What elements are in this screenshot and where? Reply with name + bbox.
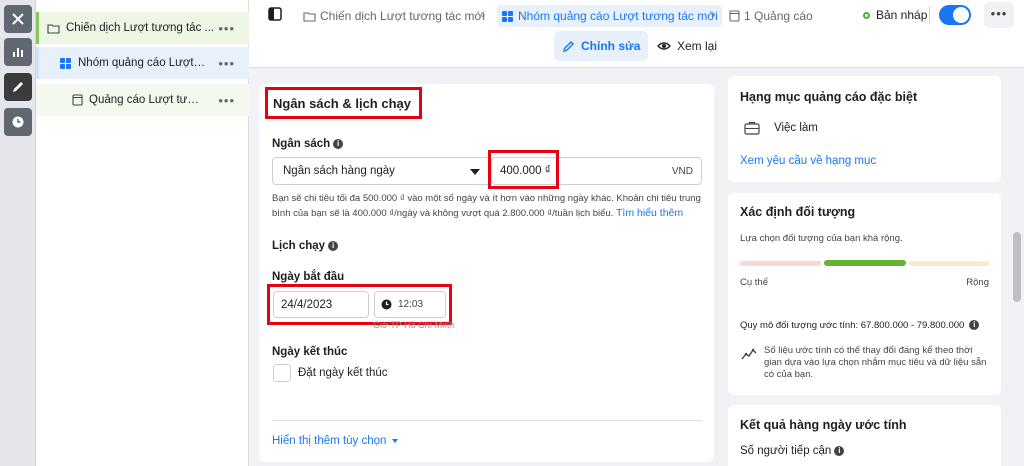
gauge-right-label: Rộng (966, 277, 989, 288)
highlight-box (267, 284, 452, 325)
dropdown-arrow-icon (470, 169, 480, 175)
budget-type-value: Ngân sách hàng ngày (283, 165, 395, 177)
daily-results-title: Kết quả hàng ngày ước tính (740, 418, 907, 432)
tree-item-adset[interactable]: Nhóm quảng cáo Lượt t... ••• (36, 47, 249, 79)
tree-campaign-label: Chiến dịch Lượt tương tác ... (66, 22, 215, 34)
divider (272, 420, 702, 421)
reporting-button[interactable] (4, 38, 32, 66)
close-button[interactable] (4, 5, 32, 33)
review-tab-label: Xem lại (677, 39, 718, 53)
tree-campaign-more-button[interactable]: ••• (218, 21, 235, 36)
grid-icon (502, 10, 513, 22)
campaign-tree: Chiến dịch Lượt tương tác ... ••• Nhóm q… (36, 0, 249, 466)
schedule-label: Lịch chạy i (272, 240, 339, 252)
scrollbar-thumb[interactable] (1013, 232, 1021, 302)
edit-mode-button[interactable] (4, 73, 32, 101)
gauge-left-label: Cụ thể (740, 277, 768, 288)
info-icon[interactable]: i (969, 320, 980, 331)
info-icon[interactable]: i (328, 240, 339, 251)
info-icon[interactable]: i (834, 445, 845, 456)
icon-rail (0, 0, 36, 466)
currency-label: VND (671, 165, 693, 177)
history-button[interactable] (4, 108, 32, 136)
breadcrumb-campaign[interactable]: Chiến dịch Lượt tương tác mới (303, 5, 485, 27)
caret-down-icon (391, 438, 398, 443)
toggle-knob (953, 7, 969, 23)
pencil-icon (563, 40, 574, 52)
special-category-card: Hạng mục quảng cáo đặc biệt Việc làm Xem… (728, 76, 1001, 182)
document-icon (72, 94, 83, 106)
audience-size: Quy mô đối tượng ước tính: 67.800.000 - … (740, 320, 980, 331)
end-date-label: Ngày kết thúc (272, 346, 348, 358)
reach-label: Số người tiếp cận i (740, 445, 845, 457)
grid-icon (60, 57, 71, 69)
breadcrumb-ad-label: 1 Quảng cáo (744, 9, 813, 23)
info-icon[interactable]: i (333, 138, 344, 149)
eye-icon (657, 42, 671, 50)
schedule-label-text: Lịch chạy (272, 240, 326, 252)
special-category-title: Hạng mục quảng cáo đặc biệt (740, 90, 918, 104)
breadcrumb-ad[interactable]: 1 Quảng cáo (729, 5, 813, 27)
budget-type-select[interactable]: Ngân sách hàng ngày (272, 157, 491, 185)
more-options-button[interactable]: ••• (984, 2, 1014, 28)
budget-schedule-card: Ngân sách & lịch chạy Ngân sách i Ngân sá… (259, 84, 714, 462)
review-tab[interactable]: Xem lại (649, 31, 725, 61)
start-date-label: Ngày bắt đầu (272, 271, 345, 283)
tree-ad-label: Quảng cáo Lượt tươn... (89, 94, 204, 106)
audience-title: Xác định đối tượng (740, 205, 856, 219)
pencil-icon (13, 82, 23, 92)
end-date-checkbox[interactable] (273, 364, 291, 382)
highlight-box (488, 150, 559, 189)
trend-chart-icon (741, 348, 757, 360)
clock-icon (12, 116, 24, 128)
tree-item-ad[interactable]: Quảng cáo Lượt tươn... ••• (36, 84, 249, 116)
estimate-disclaimer: Số liệu ước tính có thể thay đổi đáng kể… (764, 345, 987, 380)
tree-item-campaign[interactable]: Chiến dịch Lượt tương tác ... ••• (36, 12, 249, 44)
briefcase-icon (744, 121, 760, 135)
gauge-left-segment (740, 261, 821, 266)
bar-chart-icon (13, 48, 23, 57)
breadcrumb-campaign-label: Chiến dịch Lượt tương tác mới (320, 9, 486, 23)
breadcrumb-adset[interactable]: Nhóm quảng cáo Lượt tương tác mới (497, 5, 722, 27)
audience-size-text: Quy mô đối tượng ước tính: 67.800.000 - … (740, 320, 965, 331)
show-more-options-text: Hiển thị thêm tùy chọn (272, 435, 387, 447)
edit-tab-label: Chỉnh sửa (581, 39, 641, 53)
folder-icon (303, 11, 316, 22)
status-dot (863, 11, 870, 19)
status-badge: Bản nháp (863, 8, 927, 22)
edit-tab[interactable]: Chỉnh sửa (554, 31, 649, 61)
panel-toggle-icon[interactable] (268, 7, 282, 21)
tree-ad-more-button[interactable]: ••• (218, 93, 235, 108)
section-title: Ngân sách & lịch chạy (273, 96, 411, 111)
close-icon (12, 13, 24, 25)
special-category-item: Việc làm (774, 122, 818, 134)
budget-note: Bạn sẽ chi tiêu tối đa 500.000 ₫ vào một… (272, 191, 702, 221)
budget-label: Ngân sách i (272, 138, 344, 150)
campaign-toggle[interactable] (939, 5, 971, 25)
status-label: Bản nháp (876, 8, 928, 22)
reach-label-text: Số người tiếp cận (740, 445, 832, 457)
document-icon (729, 10, 740, 22)
top-bar: Chiến dịch Lượt tương tác mới › Nhóm quả… (249, 0, 1024, 68)
gauge-right-segment (909, 261, 989, 266)
divider (929, 6, 930, 24)
show-more-options-link[interactable]: Hiển thị thêm tùy chọn (272, 435, 398, 447)
tree-adset-label: Nhóm quảng cáo Lượt t... (78, 57, 206, 69)
category-requirements-link[interactable]: Xem yêu cầu về hạng mục (740, 155, 876, 167)
daily-results-card: Kết quả hàng ngày ước tính Số người tiếp… (728, 405, 1001, 466)
chevron-right-icon: › (711, 7, 715, 21)
folder-icon (47, 23, 60, 34)
learn-more-link[interactable]: Tìm hiểu thêm (616, 207, 683, 219)
timezone-label: Giờ TP Hồ Chí Minh (373, 320, 455, 330)
tree-adset-more-button[interactable]: ••• (218, 56, 235, 71)
audience-description: Lựa chọn đối tượng của bạn khá rộng. (740, 233, 903, 244)
end-date-checkbox-label: Đặt ngày kết thúc (298, 367, 388, 379)
budget-label-text: Ngân sách (272, 138, 331, 150)
breadcrumb-adset-label: Nhóm quảng cáo Lượt tương tác mới (518, 9, 718, 23)
audience-definition-card: Xác định đối tượng Lựa chọn đối tượng củ… (728, 193, 1001, 395)
gauge-active-segment (824, 260, 906, 266)
chevron-right-icon: › (481, 7, 485, 21)
